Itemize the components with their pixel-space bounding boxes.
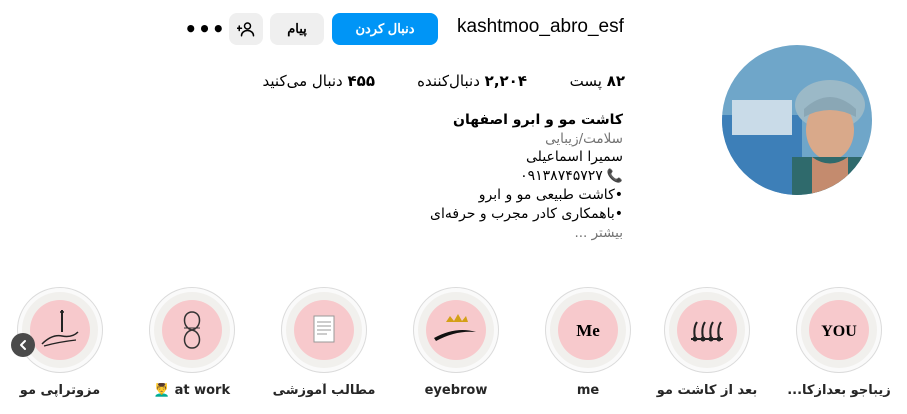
stat-followers[interactable]: ۲,۲۰۴ دنبال‌کننده bbox=[417, 72, 527, 90]
you-text-icon: YOU bbox=[801, 292, 877, 368]
profile-avatar[interactable] bbox=[722, 45, 872, 195]
story-highlights: YOU زیباجو بعدازکا... بعد از کاشت مو Me … bbox=[0, 287, 907, 414]
highlight-item[interactable]: eyebrow bbox=[401, 287, 511, 398]
bio-name: کاشت مو و ابرو اصفهان bbox=[453, 112, 623, 128]
follow-button[interactable]: دنبال کردن bbox=[332, 13, 438, 45]
svg-text:Me: Me bbox=[576, 321, 600, 340]
stat-posts: ۸۲ پست bbox=[570, 72, 625, 90]
me-text-icon: Me bbox=[550, 292, 626, 368]
bio-category: سلامت/زیبایی bbox=[545, 131, 623, 147]
profile-username: kashtmoo_abro_esf bbox=[457, 16, 624, 37]
bio-phone: ۰۹۱۳۸۷۴۵۷۲۷ bbox=[520, 168, 603, 184]
highlight-label: eyebrow bbox=[424, 383, 488, 398]
highlight-ring: Me bbox=[545, 287, 631, 373]
chevron-left-icon bbox=[20, 340, 26, 350]
svg-text:YOU: YOU bbox=[821, 323, 857, 340]
person-add-icon bbox=[237, 22, 255, 37]
followers-label: دنبال‌کننده bbox=[417, 72, 480, 90]
posts-label: پست bbox=[569, 72, 602, 90]
more-options-button[interactable]: ••• bbox=[184, 16, 224, 42]
highlight-item[interactable]: at work 💆‍♂️ bbox=[137, 287, 247, 398]
avatar-photo bbox=[722, 45, 872, 195]
bio-line: سمیرا اسماعیلی bbox=[526, 149, 623, 165]
highlight-label: زیباجو بعدازکا... bbox=[787, 383, 891, 398]
highlight-item[interactable]: YOU زیباجو بعدازکا... bbox=[784, 287, 894, 398]
document-icon bbox=[286, 292, 362, 368]
highlight-ring bbox=[149, 287, 235, 373]
followers-count: ۲,۲۰۴ bbox=[484, 72, 527, 90]
hair-follicle-icon bbox=[669, 292, 745, 368]
profile-bio: کاشت مو و ابرو اصفهان سلامت/زیبایی سمیرا… bbox=[363, 110, 623, 242]
eyebrow-crown-icon bbox=[418, 292, 494, 368]
more-dots-icon: ••• bbox=[184, 17, 226, 41]
highlight-item[interactable]: بعد از کاشت مو bbox=[652, 287, 762, 398]
profile-stats: ۸۲ پست ۲,۲۰۴ دنبال‌کننده ۴۵۵ دنبال می‌کن… bbox=[200, 72, 625, 94]
message-button[interactable]: پیام bbox=[270, 13, 324, 45]
highlight-item[interactable]: مطالب آموزشی bbox=[269, 287, 379, 398]
bio-phone-line: 📞۰۹۱۳۸۷۴۵۷۲۷ bbox=[363, 167, 623, 186]
following-label: دنبال می‌کنید bbox=[262, 72, 343, 90]
highlight-label: at work 💆‍♂️ bbox=[153, 383, 231, 398]
bio-line: •کاشت طبیعی مو و ابرو bbox=[478, 187, 623, 203]
highlights-scroll-left-button[interactable] bbox=[11, 333, 35, 357]
highlight-label: مزوتراپی مو bbox=[19, 383, 101, 398]
highlight-ring: YOU bbox=[796, 287, 882, 373]
telephone-icon: 📞 bbox=[606, 169, 623, 184]
logo-icon bbox=[154, 292, 230, 368]
highlight-label: مطالب آموزشی bbox=[272, 383, 376, 398]
highlight-ring bbox=[664, 287, 750, 373]
highlight-label: me bbox=[576, 383, 600, 398]
syringe-hand-icon bbox=[22, 292, 98, 368]
highlight-label: بعد از کاشت مو bbox=[656, 383, 758, 398]
highlight-item[interactable]: Me me bbox=[533, 287, 643, 398]
posts-count: ۸۲ bbox=[606, 72, 625, 90]
stat-following[interactable]: ۴۵۵ دنبال می‌کنید bbox=[263, 72, 375, 90]
following-count: ۴۵۵ bbox=[347, 72, 375, 90]
bio-line: •باهمکاری کادر مجرب و حرفه‌ای bbox=[430, 206, 623, 222]
suggested-accounts-button[interactable] bbox=[229, 13, 263, 45]
highlight-ring bbox=[413, 287, 499, 373]
highlight-ring bbox=[17, 287, 103, 373]
highlight-ring bbox=[281, 287, 367, 373]
bio-more-link[interactable]: بیشتر ... bbox=[363, 224, 623, 242]
